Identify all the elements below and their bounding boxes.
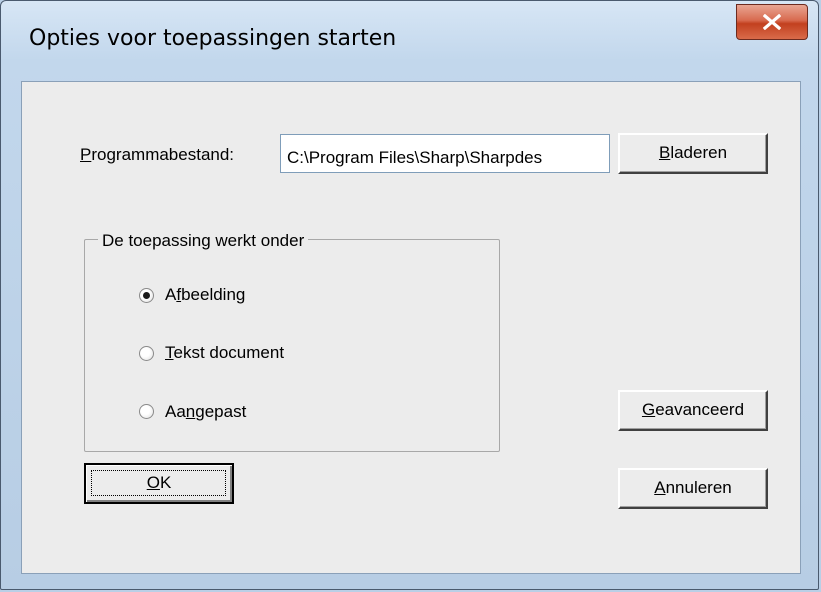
program-path-input[interactable] [280,134,610,173]
close-icon [763,14,781,30]
title-bar[interactable]: Opties voor toepassingen starten [1,1,818,81]
cancel-button[interactable]: Annuleren [618,468,768,509]
ok-button[interactable]: OK [84,463,234,504]
dialog-window: Opties voor toepassingen starten Program… [0,0,819,590]
program-file-label: Programmabestand: [80,145,235,164]
focus-rectangle [91,470,226,496]
radio-option-label[interactable]: Afbeelding [165,285,245,305]
radio-button[interactable] [139,404,154,419]
dialog-client-area: Programmabestand: Bladeren De toepassing… [21,81,801,574]
radio-selected-dot [143,292,150,299]
radio-option-label[interactable]: Aangepast [165,402,246,422]
radio-button[interactable] [139,288,154,303]
radio-button[interactable] [139,346,154,361]
browse-button[interactable]: Bladeren [618,133,768,174]
radio-option-label[interactable]: Tekst document [165,343,284,363]
window-title: Opties voor toepassingen starten [29,26,397,51]
advanced-button[interactable]: Geavanceerd [618,390,768,431]
close-button[interactable] [736,4,808,40]
group-label: De toepassing werkt onder [98,231,309,251]
